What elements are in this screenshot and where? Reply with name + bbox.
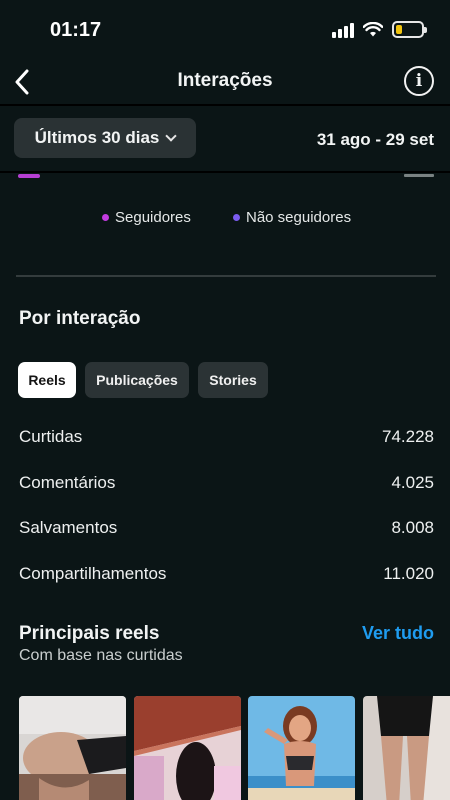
page-title: Interações [177,70,273,91]
metric-label: Salvamentos [19,518,118,537]
header-divider [0,104,450,106]
chart-value-fragment [404,174,434,177]
legend-label: Não seguidores [246,209,352,226]
chart-bar-fragment [18,174,40,178]
battery-icon [392,21,427,38]
status-icons [332,21,427,38]
nav-bar: Interações i [0,60,450,104]
wifi-icon [363,21,383,36]
metric-value: 8.008 [391,518,434,537]
tab-stories[interactable]: Stories [198,362,268,398]
chevron-down-icon [165,129,178,142]
metric-label: Curtidas [19,427,83,446]
section-title-by-interaction: Por interação [19,308,141,329]
info-button[interactable]: i [404,66,434,96]
metric-row-saves: Salvamentos 8.008 [0,518,450,564]
metric-value: 11.020 [383,563,434,583]
top-reels-subtitle: Com base nas curtidas [19,647,183,664]
tab-publicacoes[interactable]: Publicações [85,362,189,398]
see-all-link[interactable]: Ver tudo [362,623,434,644]
status-bar: 01:17 [0,0,450,60]
legend-label: Seguidores [115,209,191,226]
period-selector[interactable]: Últimos 30 dias [14,118,196,158]
top-reels-header: Principais reels Com base nas curtidas V… [0,623,450,673]
section-divider [16,275,436,277]
chart-divider [0,171,450,173]
reel-thumbnail[interactable] [134,696,241,800]
metric-row-comments: Comentários 4.025 [0,473,450,519]
chart-legend: Seguidores Não seguidores [0,209,450,229]
signal-icon [332,22,354,38]
metric-row-shares: Compartilhamentos 11.020 [0,564,450,610]
reel-thumbnail[interactable] [248,696,355,800]
period-label: Últimos 30 dias [34,128,160,147]
reel-image [248,696,355,800]
legend-dot [233,214,240,221]
reel-image [134,696,241,800]
date-range: 31 ago - 29 set [316,130,434,149]
reel-thumbnail[interactable] [19,696,126,800]
chart-edge [0,168,450,180]
metric-value: 4.025 [391,472,434,492]
legend-dot [102,214,109,221]
metric-row-likes: Curtidas 74.228 [0,427,450,473]
info-icon: i [415,71,423,91]
metric-label: Comentários [19,472,116,492]
interaction-tabs: Reels Publicações Stories [18,362,268,398]
metric-value: 74.228 [382,427,434,446]
legend-item-non-followers: Não seguidores [233,209,351,226]
reels-thumbnails [0,696,450,800]
reel-image [363,696,450,800]
battery-level [396,25,402,34]
reel-thumbnail[interactable] [363,696,450,800]
tab-reels[interactable]: Reels [18,362,76,398]
legend-item-followers: Seguidores [102,209,191,226]
metric-label: Compartilhamentos [19,563,167,583]
filter-row: Últimos 30 dias 31 ago - 29 set [0,118,450,158]
reel-image [19,696,126,800]
metrics-list: Curtidas 74.228 Comentários 4.025 Salvam… [0,427,450,609]
status-time: 01:17 [50,19,102,41]
section-title-top-reels: Principais reels [19,623,160,644]
